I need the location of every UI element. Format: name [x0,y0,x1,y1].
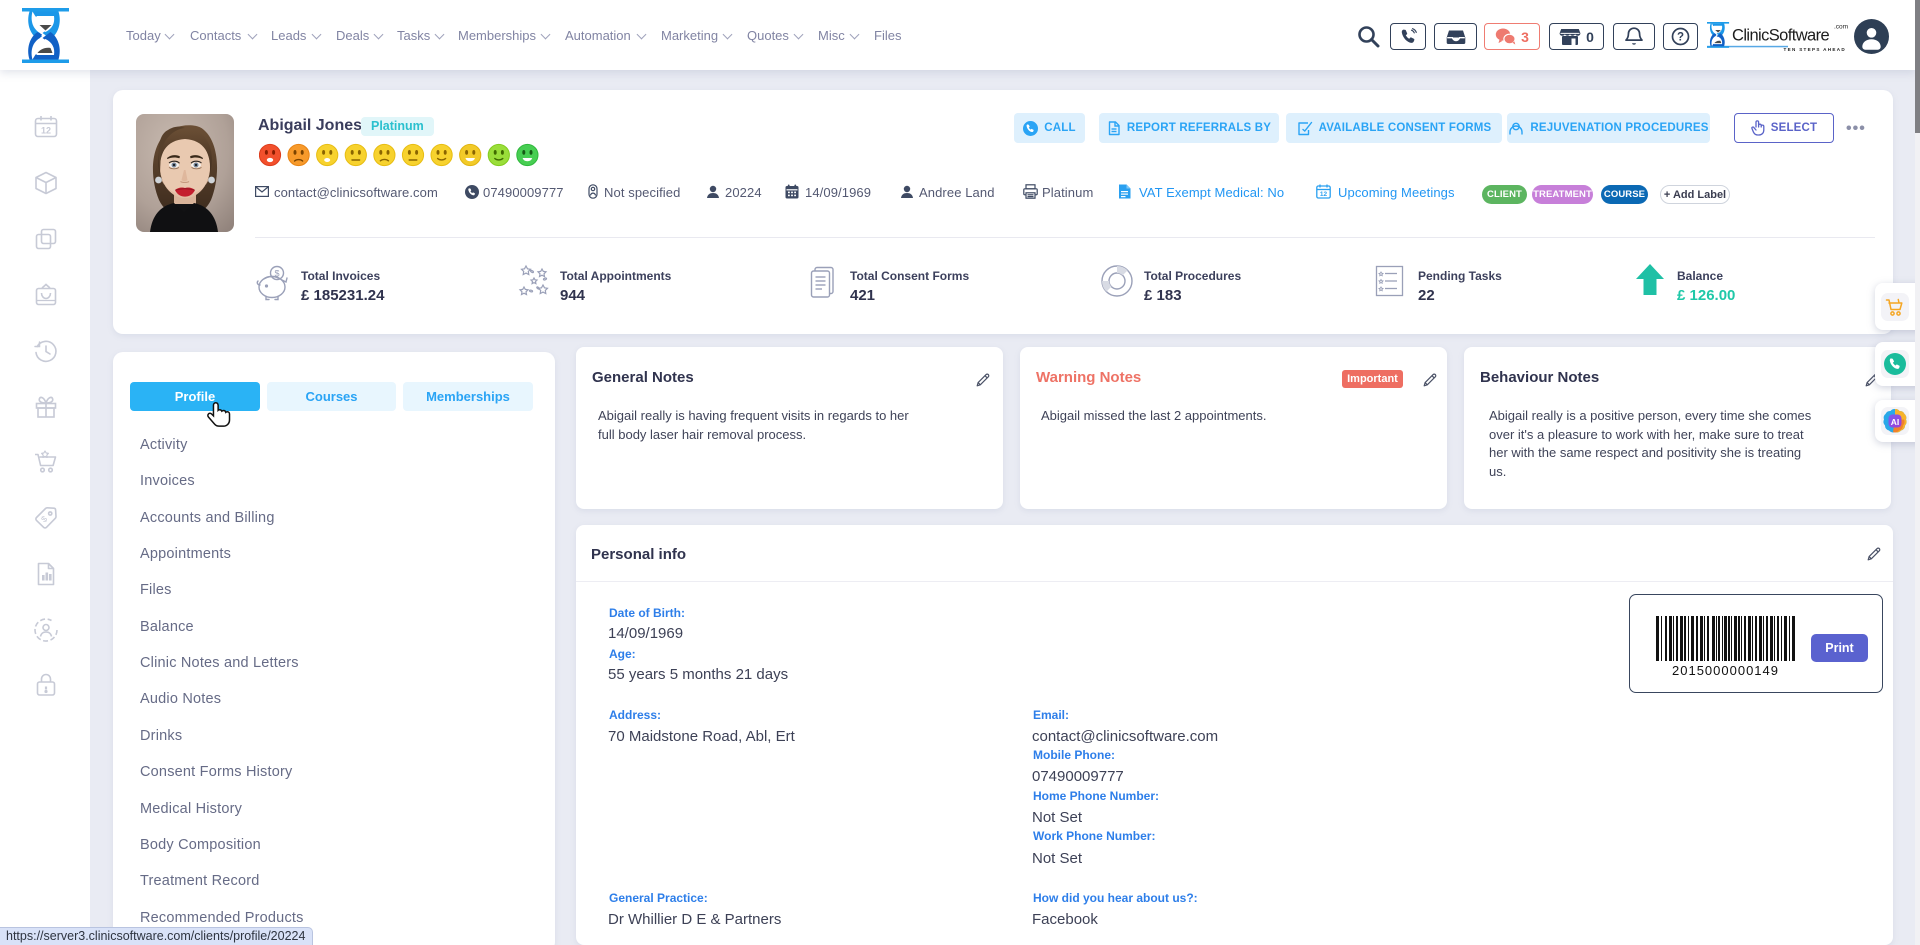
svg-text:TEN STEPS AHEAD: TEN STEPS AHEAD [1784,47,1846,52]
svg-text:AI: AI [1891,417,1900,427]
svg-text:ClinicSoftware: ClinicSoftware [1732,27,1829,45]
svg-text:12: 12 [1320,191,1328,198]
svg-text:.com: .com [1834,24,1848,31]
svg-text:12: 12 [41,126,51,136]
svg-text:?: ? [1677,32,1684,44]
svg-text:$: $ [274,269,279,279]
svg-text:$: $ [39,513,49,524]
